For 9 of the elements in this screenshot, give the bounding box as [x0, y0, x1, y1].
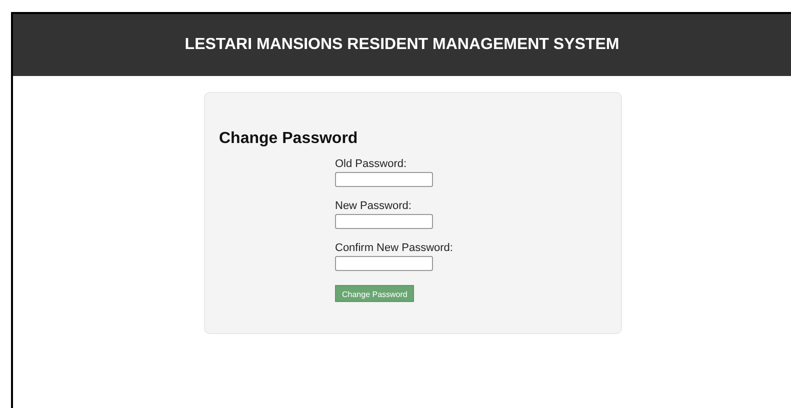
- password-field[interactable]: [335, 172, 433, 187]
- change-password-button[interactable]: Change Password: [335, 285, 414, 302]
- header-title: LESTARI MANSIONS RESIDENT MANAGEMENT SYSTEM: [184, 35, 620, 55]
- password-field[interactable]: [335, 256, 433, 271]
- field-label: New Password:: [335, 199, 412, 213]
- field-label: Old Password:: [335, 157, 407, 171]
- form-title: Change Password: [219, 129, 358, 149]
- field-label: Confirm New Password:: [335, 241, 453, 255]
- password-field[interactable]: [335, 214, 433, 229]
